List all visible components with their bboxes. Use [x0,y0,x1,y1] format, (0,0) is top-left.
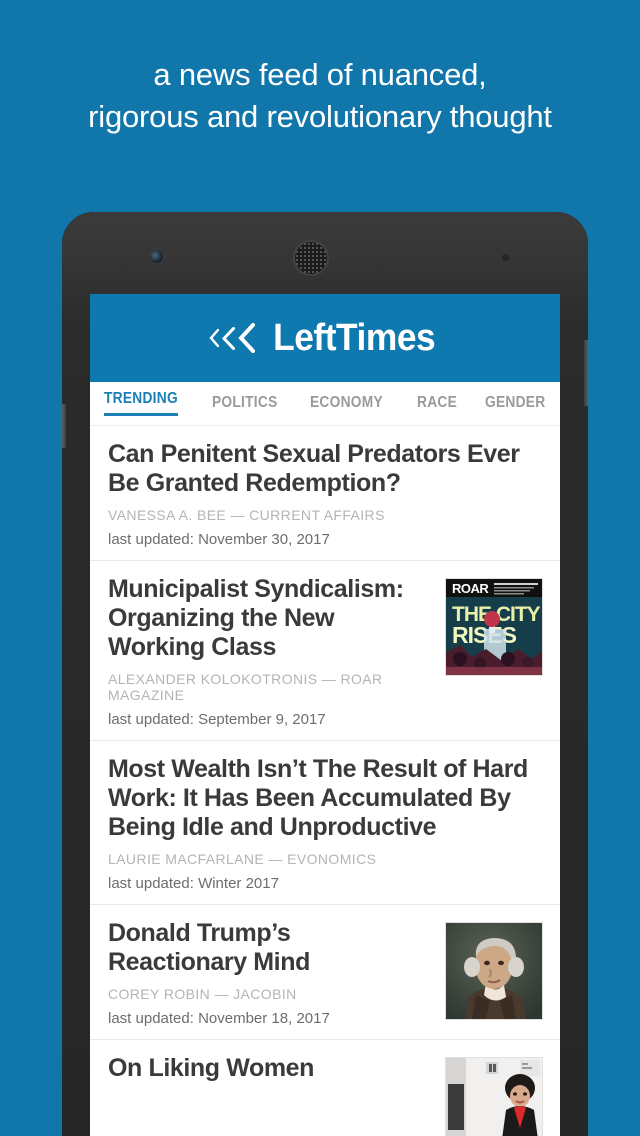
promo-line-1: a news feed of nuanced, [153,57,487,92]
article-headline[interactable]: Can Penitent Sexual Predators Ever Be Gr… [108,440,542,498]
article-byline: COREY ROBIN — JACOBIN [108,986,297,1002]
volume-button[interactable] [62,404,66,448]
article-thumbnail-photo[interactable] [446,1058,542,1136]
category-tabbar[interactable]: TRENDING POLITICS ECONOMY RACE GENDER EN… [90,382,560,426]
article-updated: last updated: Winter 2017 [108,875,279,892]
article-list-item[interactable]: Most Wealth Isn’t The Result of Hard Wor… [90,740,560,904]
article-byline: LAURIE MACFARLANE — EVONOMICS [108,851,377,867]
article-headline[interactable]: On Liking Women [108,1054,430,1083]
promo-line-2: rigorous and revolutionary thought [88,99,552,134]
article-updated: last updated: September 9, 2017 [108,711,326,728]
app-logo-text[interactable]: LeftTimes [273,319,436,357]
promo-headline: a news feed of nuanced, rigorous and rev… [0,0,640,200]
phone-device-frame: LeftTimes TRENDING POLITICS ECONOMY RACE… [62,212,588,1136]
article-list-item[interactable]: Municipalist Syndicalism: Organizing the… [90,560,560,740]
triple-chevron-left-icon[interactable] [208,323,256,353]
power-button[interactable] [584,340,588,406]
article-updated: last updated: November 30, 2017 [108,531,330,548]
tab-trending[interactable]: TRENDING [104,390,178,418]
article-thumbnail-roar-magazine[interactable]: ROAR THE CITY RISES [446,579,542,675]
article-feed: Can Penitent Sexual Predators Ever Be Gr… [90,426,560,1136]
article-byline: ALEXANDER KOLOKOTRONIS — ROAR MAGAZINE [108,671,383,703]
app-header: LeftTimes [90,294,560,382]
article-list-item[interactable]: Donald Trump’s Reactionary Mind COREY RO… [90,904,560,1039]
tab-economy[interactable]: ECONOMY [310,394,383,414]
article-byline: VANESSA A. BEE — CURRENT AFFAIRS [108,507,385,523]
earpiece-speaker-icon [295,242,327,274]
proximity-sensor-icon [502,254,509,261]
article-thumbnail-portrait[interactable] [446,923,542,1019]
tab-race[interactable]: RACE [417,394,457,414]
article-list-item[interactable]: Can Penitent Sexual Predators Ever Be Gr… [90,426,560,560]
article-list-item[interactable]: On Liking Women [90,1039,560,1136]
article-headline[interactable]: Donald Trump’s Reactionary Mind [108,919,430,977]
phone-screen: LeftTimes TRENDING POLITICS ECONOMY RACE… [90,294,560,1136]
tab-gender[interactable]: GENDER [485,394,545,414]
tab-politics[interactable]: POLITICS [212,394,278,414]
article-text-block: Can Penitent Sexual Predators Ever Be Gr… [108,440,542,548]
article-updated: last updated: November 18, 2017 [108,1010,330,1027]
article-headline[interactable]: Most Wealth Isn’t The Result of Hard Wor… [108,755,542,842]
svg-text:ROAR: ROAR [452,581,489,596]
article-headline[interactable]: Municipalist Syndicalism: Organizing the… [108,575,430,662]
article-text-block: Most Wealth Isn’t The Result of Hard Wor… [108,755,542,892]
device-top-bezel [62,212,588,294]
front-camera-icon [150,250,163,263]
